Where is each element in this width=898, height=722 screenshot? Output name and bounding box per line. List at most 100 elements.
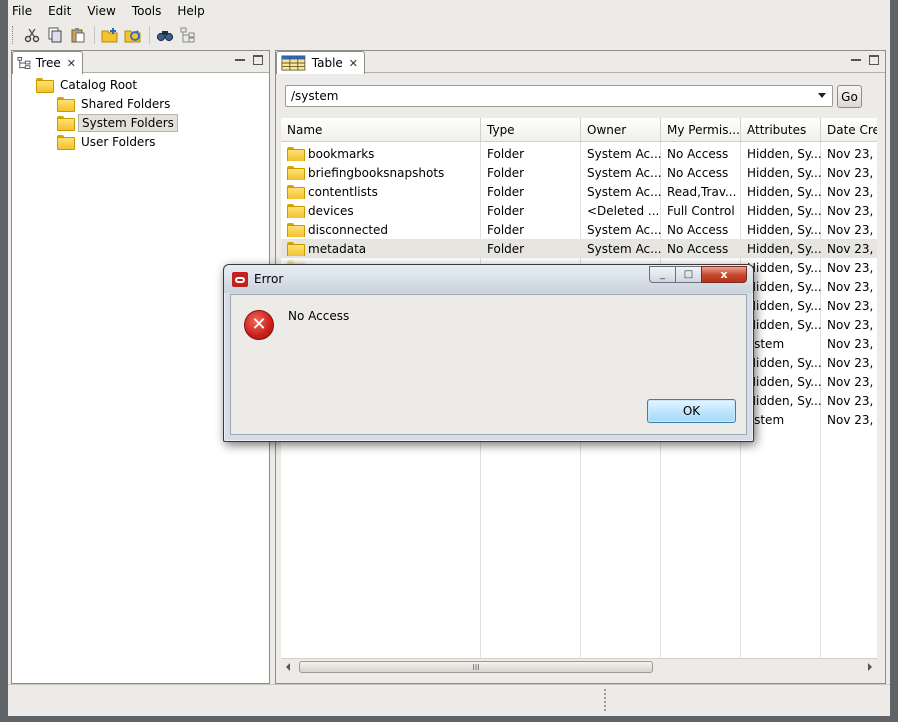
cell-date-created: Nov 23, 2( [827,374,877,389]
status-bar-grip [604,689,606,711]
cell-date-created: Nov 23, 2( [827,355,877,370]
go-button[interactable]: Go [837,85,862,108]
tree-node-shared-folders[interactable]: Shared Folders [57,94,173,113]
cell-owner: System Ac... [587,241,661,256]
cell-type: Folder [487,241,525,256]
cell-date-created: Nov 23, 2( [827,317,877,332]
cell-permissions: No Access [667,146,729,161]
folder-icon [287,147,305,161]
menu-bar: File Edit View Tools Help [8,0,890,22]
tab-tree-label: Tree [35,56,61,70]
folder-icon [287,185,305,199]
tab-tree[interactable]: Tree ✕ [12,51,83,74]
cell-date-created: Nov 23, 2( [827,222,877,237]
maximize-icon[interactable] [253,55,263,65]
tab-table[interactable]: Table ✕ [276,51,365,74]
tree-tab-bar: Tree ✕ [12,51,269,74]
path-value: /system [291,89,339,103]
table-icon [281,55,306,71]
find-icon[interactable] [154,24,176,46]
menu-file[interactable]: File [8,0,40,22]
tree-node-catalog-root[interactable]: Catalog Root [36,75,140,94]
paste-icon[interactable] [67,24,89,46]
horizontal-scrollbar[interactable]: III [281,658,877,674]
table-row[interactable]: briefingbooksnapshots Folder System Ac..… [281,163,877,182]
folder-icon [57,135,75,150]
error-icon: ✕ [244,310,274,340]
table-row[interactable]: devices Folder <Deleted ... Full Control… [281,201,877,220]
toolbar-separator [94,26,95,44]
tree-node-label: Catalog Root [60,77,138,92]
column-header-permissions[interactable]: My Permis... [661,118,741,142]
chevron-down-icon[interactable] [818,93,826,98]
tree-icon[interactable] [177,24,199,46]
menu-help[interactable]: Help [169,0,212,22]
cell-type: Folder [487,165,525,180]
cell-type: Folder [487,203,525,218]
cell-attributes: Hidden, Sy... [747,241,821,256]
table-row[interactable]: contentlists Folder System Ac... Read,Tr… [281,182,877,201]
cell-date-created: Nov 23, 2( [827,298,877,313]
tree-node-label: Shared Folders [81,96,171,111]
folder-icon [36,78,54,93]
close-icon[interactable]: ✕ [67,57,76,70]
cell-date-created: Nov 23, 2( [827,260,877,275]
cell-owner: System Ac... [587,222,661,237]
cell-date-created: Nov 23, 2( [827,184,877,199]
column-header-name[interactable]: Name [281,118,481,142]
cell-name: briefingbooksnapshots [281,166,481,180]
menu-tools[interactable]: Tools [124,0,170,22]
cell-permissions: No Access [667,165,729,180]
ok-button[interactable]: OK [647,399,736,423]
table-panel-controls [851,55,879,65]
dialog-titlebar[interactable]: Error _ □ x [224,265,753,293]
copy-icon[interactable] [44,24,66,46]
cell-owner: System Ac... [587,184,661,199]
minimize-icon[interactable] [851,55,861,65]
folder-icon [287,242,305,256]
path-combobox[interactable]: /system [285,85,833,107]
dialog-window-controls: _ □ x [649,266,747,283]
error-dialog: Error _ □ x ✕ No Access OK [223,264,754,442]
cell-attributes: Hidden, Sy... [747,222,821,237]
tree-node-user-folders[interactable]: User Folders [57,132,159,151]
scroll-left-icon[interactable] [286,663,290,671]
table-header: Name Type Owner My Permis... Attributes … [281,118,877,142]
cell-attributes: Hidden, Sy... [747,184,821,199]
maximize-button[interactable]: □ [675,266,701,283]
new-folder-icon[interactable] [99,24,121,46]
table-row[interactable]: disconnected Folder System Ac... No Acce… [281,220,877,239]
folder-icon [287,166,305,180]
status-bar [8,684,890,716]
close-icon[interactable]: ✕ [349,57,358,70]
cell-date-created: Nov 23, 2( [827,336,877,351]
maximize-icon[interactable] [869,55,879,65]
tree-node-label: System Folders [78,113,178,132]
cell-attributes: Hidden, Sy... [747,146,821,161]
tree-node-system-folders[interactable]: System Folders [57,113,178,132]
toolbar-grip[interactable] [12,26,15,44]
column-header-date-created[interactable]: Date Crea [821,118,877,142]
cell-owner: <Deleted ... [587,203,660,218]
cell-name-text: disconnected [308,222,389,237]
cell-name-text: devices [308,203,354,218]
column-header-type[interactable]: Type [481,118,581,142]
minimize-icon[interactable] [235,55,245,65]
tree-panel-controls [235,55,263,65]
cell-date-created: Nov 23, 2( [827,412,877,427]
scrollbar-thumb[interactable]: III [299,661,653,673]
table-row-selected[interactable]: metadata Folder System Ac... No Access H… [281,239,877,258]
table-row[interactable]: bookmarks Folder System Ac... No Access … [281,144,877,163]
cut-icon[interactable] [21,24,43,46]
menu-edit[interactable]: Edit [40,0,79,22]
column-header-attributes[interactable]: Attributes [741,118,821,142]
menu-view[interactable]: View [79,0,123,22]
cell-date-created: Nov 23, 2( [827,203,877,218]
refresh-icon[interactable] [122,24,144,46]
error-message: No Access [288,309,350,323]
minimize-button[interactable]: _ [649,266,675,283]
close-button[interactable]: x [701,266,747,283]
cell-name-text: contentlists [308,184,378,199]
scroll-right-icon[interactable] [868,663,872,671]
column-header-owner[interactable]: Owner [581,118,661,142]
